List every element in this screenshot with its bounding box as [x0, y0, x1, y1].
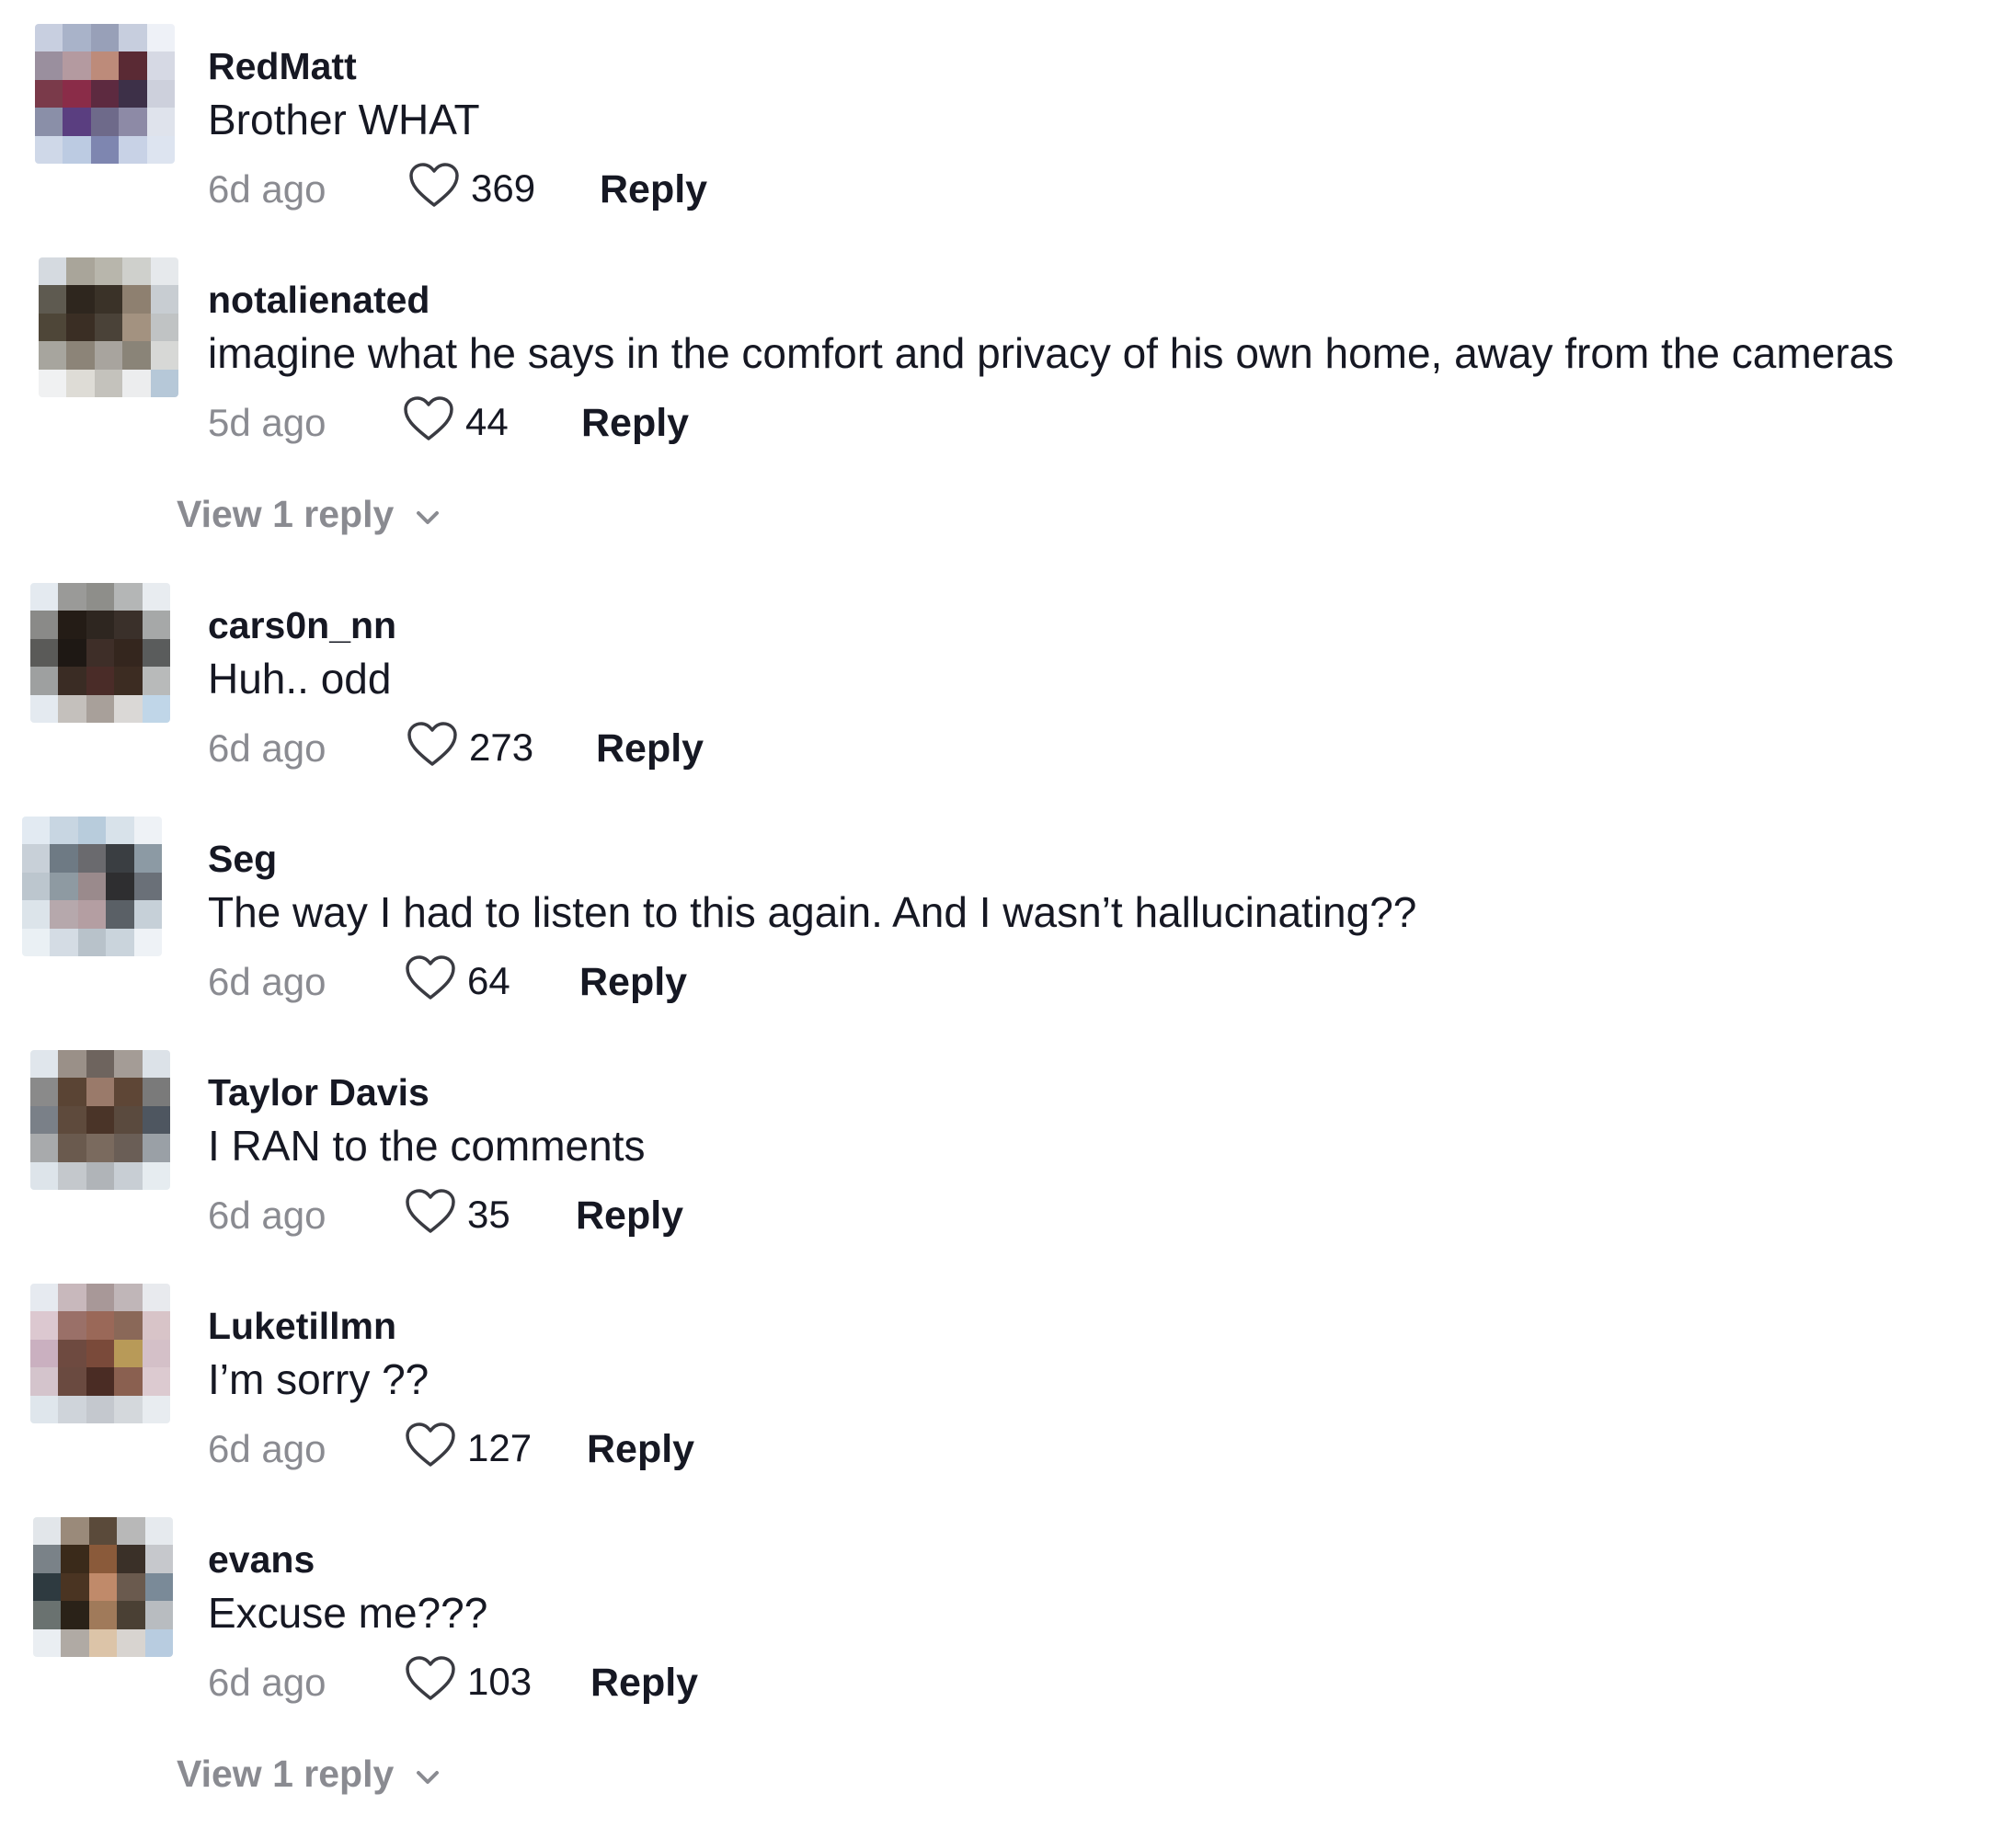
heart-icon: [405, 1655, 456, 1708]
comment-username[interactable]: Seg: [208, 837, 1998, 881]
avatar[interactable]: [33, 1517, 173, 1657]
reply-button[interactable]: Reply: [596, 726, 704, 771]
like-button[interactable]: 127: [405, 1422, 532, 1474]
comment-username[interactable]: notalienated: [208, 278, 1998, 322]
reply-button[interactable]: Reply: [581, 401, 689, 446]
heart-icon: [405, 1188, 456, 1240]
comment-body: Taylor Davis I RAN to the comments 6d ag…: [208, 1070, 1998, 1241]
like-count: 44: [465, 399, 509, 443]
comment-body: notalienated imagine what he says in the…: [208, 278, 1998, 449]
view-replies-label: View 1 reply: [177, 1753, 395, 1795]
comment-time: 6d ago: [208, 726, 326, 770]
avatar[interactable]: [39, 257, 178, 397]
comment-text: I RAN to the comments: [208, 1122, 646, 1170]
avatar[interactable]: [30, 1284, 170, 1423]
chevron-down-icon: [394, 1753, 441, 1796]
comment-body: RedMatt Brother WHAT 6d ago 369 Reply: [208, 44, 1998, 215]
view-replies-button[interactable]: View 1 reply: [177, 1753, 441, 1796]
comment-text: I’m sorry ??: [208, 1355, 430, 1403]
comment-text: The way I had to listen to this again. A…: [208, 888, 1417, 936]
like-button[interactable]: 369: [408, 162, 535, 214]
like-count: 103: [467, 1659, 533, 1703]
comment-text: Brother WHAT: [208, 96, 480, 143]
avatar[interactable]: [22, 817, 162, 956]
comment-meta: 6d ago 103 Reply: [208, 1653, 1998, 1708]
heart-icon: [407, 721, 458, 773]
comment-meta: 6d ago 127 Reply: [208, 1420, 1998, 1475]
like-count: 273: [469, 725, 534, 769]
comment-text: Huh.. odd: [208, 655, 392, 702]
reply-button[interactable]: Reply: [587, 1427, 694, 1472]
like-button[interactable]: 273: [407, 721, 533, 773]
comment-meta: 5d ago 44 Reply: [208, 394, 1998, 449]
comment-username[interactable]: Luketillmn: [208, 1304, 1998, 1348]
comment-meta: 6d ago 35 Reply: [208, 1186, 1998, 1241]
like-count: 369: [471, 166, 536, 210]
reply-button[interactable]: Reply: [576, 1194, 683, 1239]
comment-body: Seg The way I had to listen to this agai…: [208, 837, 1998, 1008]
like-count: 35: [467, 1192, 510, 1236]
comment-text: Excuse me???: [208, 1589, 488, 1637]
like-button[interactable]: 35: [405, 1188, 510, 1240]
comment-meta: 6d ago 273 Reply: [208, 719, 1998, 774]
like-button[interactable]: 64: [405, 954, 510, 1007]
avatar[interactable]: [30, 583, 170, 723]
view-replies-label: View 1 reply: [177, 493, 395, 535]
heart-icon: [405, 954, 456, 1007]
comment-time: 6d ago: [208, 1194, 326, 1237]
comment-meta: 6d ago 64 Reply: [208, 953, 1998, 1008]
comment-time: 6d ago: [208, 960, 326, 1003]
like-button[interactable]: 103: [405, 1655, 532, 1708]
view-replies-button[interactable]: View 1 reply: [177, 493, 441, 536]
comment-time: 6d ago: [208, 1427, 326, 1470]
heart-icon: [405, 1422, 456, 1474]
comment-time: 6d ago: [208, 167, 326, 211]
comment-time: 6d ago: [208, 1661, 326, 1704]
avatar[interactable]: [30, 1050, 170, 1190]
chevron-down-icon: [394, 493, 441, 536]
reply-button[interactable]: Reply: [590, 1661, 698, 1706]
comment-username[interactable]: evans: [208, 1537, 1998, 1582]
heart-icon: [403, 395, 454, 448]
comment-username[interactable]: RedMatt: [208, 44, 1998, 88]
comment-body: evans Excuse me??? 6d ago 103 Reply: [208, 1537, 1998, 1708]
comment-username[interactable]: Taylor Davis: [208, 1070, 1998, 1114]
like-count: 127: [467, 1425, 533, 1469]
comment-text: imagine what he says in the comfort and …: [208, 329, 1895, 377]
comment-meta: 6d ago 369 Reply: [208, 160, 1998, 215]
heart-icon: [408, 162, 460, 214]
comment-time: 5d ago: [208, 401, 326, 444]
comment-body: cars0n_nn Huh.. odd 6d ago 273 Reply: [208, 603, 1998, 774]
reply-button[interactable]: Reply: [600, 167, 707, 212]
comment-username[interactable]: cars0n_nn: [208, 603, 1998, 647]
comment-body: Luketillmn I’m sorry ?? 6d ago 127 Reply: [208, 1304, 1998, 1475]
like-button[interactable]: 44: [403, 395, 509, 448]
avatar[interactable]: [35, 24, 175, 164]
like-count: 64: [467, 958, 510, 1002]
reply-button[interactable]: Reply: [579, 960, 687, 1005]
